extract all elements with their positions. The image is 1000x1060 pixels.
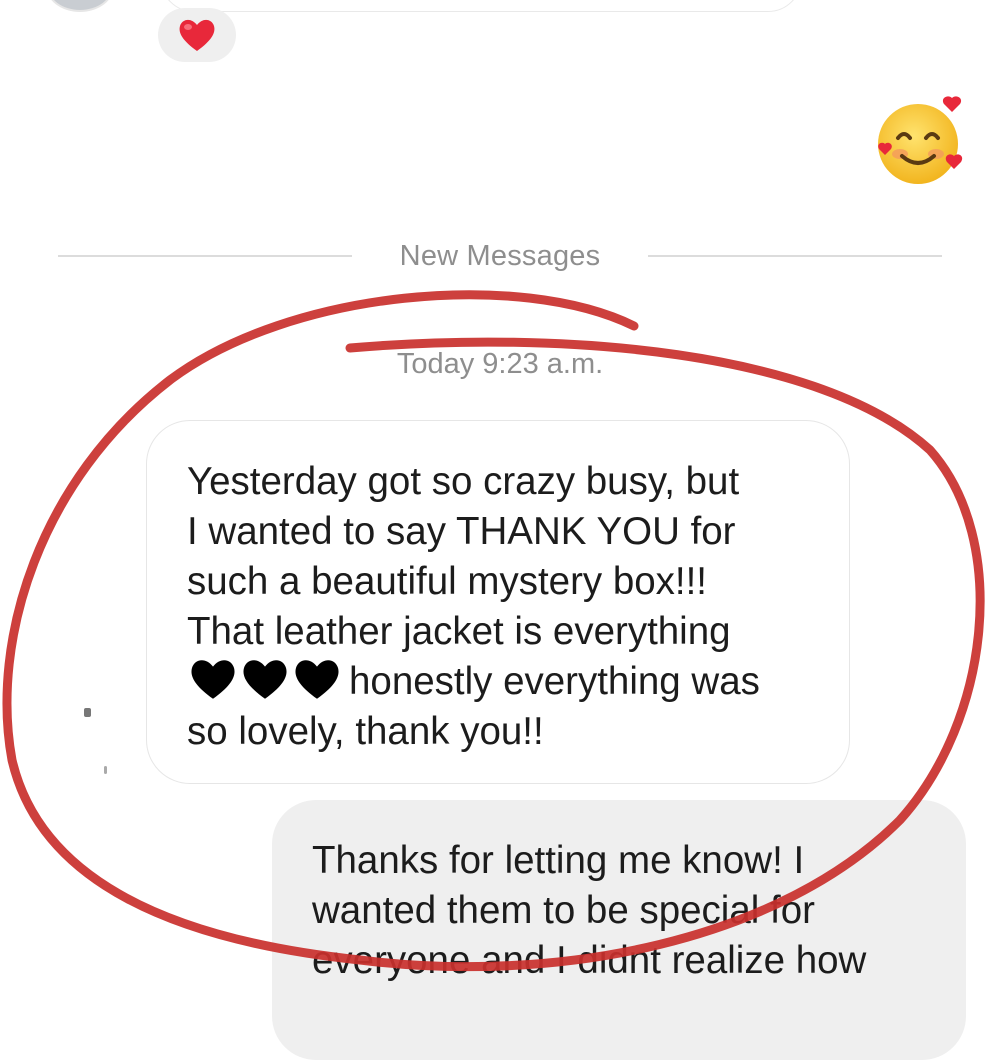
avatar[interactable] (46, 0, 114, 12)
message-line: Thanks for letting me know! I (312, 839, 805, 882)
message-line: honestly everything was (187, 657, 827, 707)
previous-message-bubble[interactable] (160, 0, 802, 12)
message-line: so lovely, thank you!! (187, 710, 544, 753)
black-heart-icon (295, 660, 339, 699)
divider-line (58, 255, 352, 257)
black-hearts (187, 658, 343, 700)
message-line: such a beautiful mystery box!!! (187, 560, 707, 603)
message-line: wanted them to be special for (312, 889, 815, 932)
message-reaction[interactable] (158, 8, 236, 62)
outgoing-message-text: Thanks for letting me know! I wanted the… (312, 836, 952, 986)
message-timestamp: Today 9:23 a.m. (396, 348, 604, 380)
incoming-message-text: Yesterday got so crazy busy, but I wante… (187, 457, 827, 757)
black-heart-icon (243, 660, 287, 699)
message-line: everyone and I didnt realize how (312, 939, 867, 982)
red-heart-icon (179, 19, 215, 51)
message-line-text: honestly everything was (349, 660, 760, 703)
smiling-face-with-hearts-icon[interactable] (872, 96, 968, 188)
incoming-message-bubble[interactable]: Yesterday got so crazy busy, but I wante… (146, 420, 850, 784)
new-messages-divider-label: New Messages (399, 240, 601, 272)
message-line: Yesterday got so crazy busy, but (187, 460, 740, 503)
black-heart-icon (191, 660, 235, 699)
message-line: I wanted to say THANK YOU for (187, 510, 736, 553)
image-artifact (104, 766, 107, 774)
image-artifact (84, 708, 91, 717)
outgoing-message-bubble[interactable]: Thanks for letting me know! I wanted the… (272, 800, 966, 1060)
message-line: That leather jacket is everything (187, 610, 731, 653)
divider-line (648, 255, 942, 257)
